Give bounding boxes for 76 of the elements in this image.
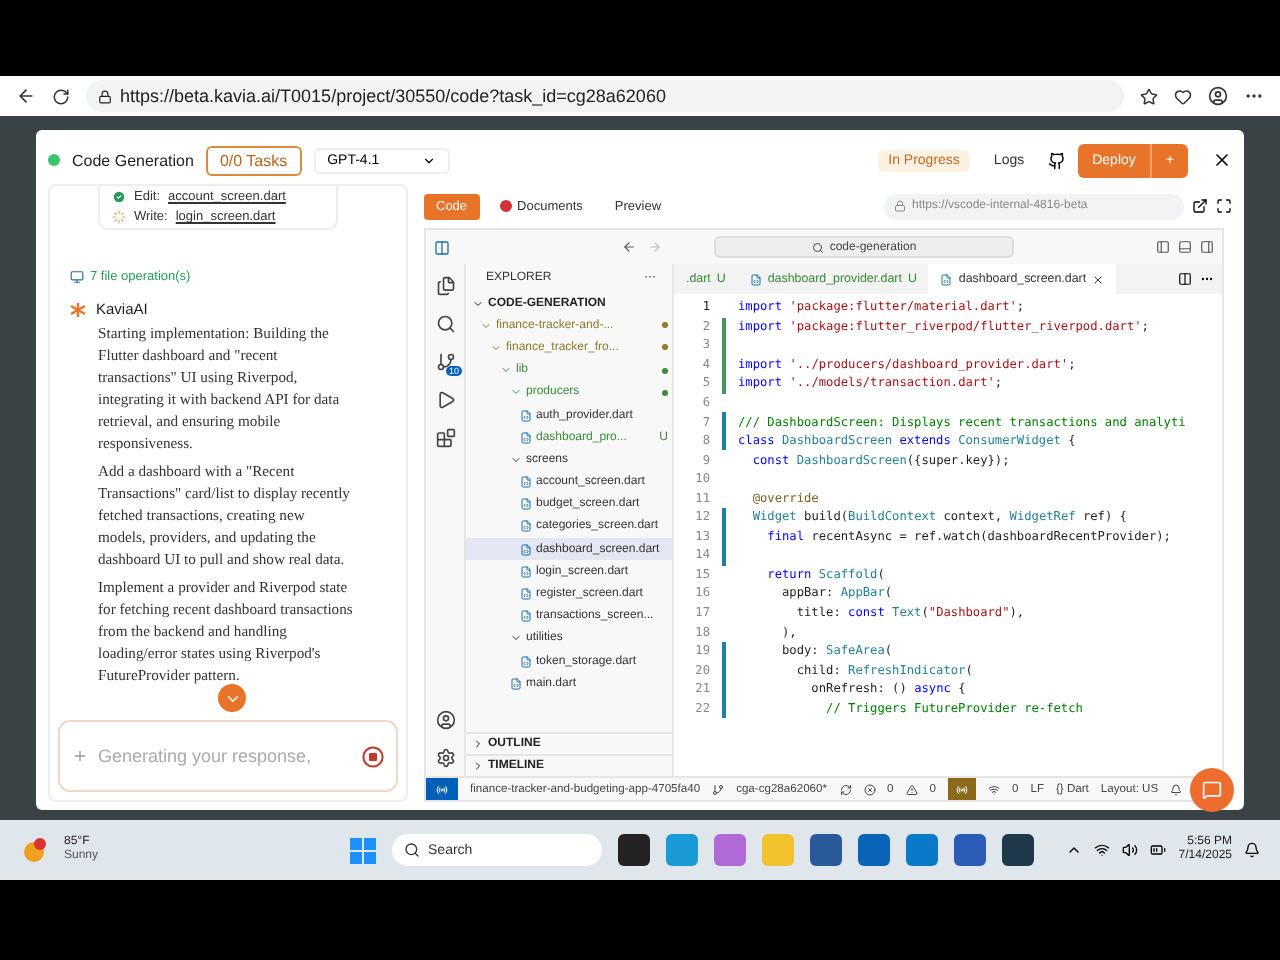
file-icon	[520, 610, 532, 623]
file-icon	[749, 273, 762, 285]
file-icon	[520, 543, 532, 556]
mail-icon[interactable]	[858, 834, 891, 866]
lock-icon	[98, 89, 112, 103]
back-icon[interactable]	[16, 86, 36, 106]
panel-toggle-icon[interactable]	[1178, 240, 1192, 254]
file-icon	[520, 476, 532, 489]
store-icon[interactable]	[810, 834, 843, 866]
status-dot	[48, 154, 60, 166]
file-icon	[520, 409, 532, 422]
lock-icon	[894, 200, 906, 212]
asterisk-logo-icon	[70, 301, 86, 317]
stop-icon[interactable]	[362, 745, 384, 767]
address-field[interactable]: https://beta.kavia.ai/T0015/project/30550/code?task_id=cg28a62060	[86, 80, 1124, 112]
sync-icon[interactable]	[839, 783, 852, 795]
app-icon[interactable]	[618, 834, 651, 866]
ports-indicator[interactable]	[947, 778, 976, 800]
file-icon	[940, 273, 953, 285]
source-control-icon[interactable]	[435, 352, 455, 372]
back-icon[interactable]	[622, 240, 636, 254]
record-dot-icon	[499, 200, 512, 212]
file-icon	[520, 588, 532, 601]
branch-icon	[712, 783, 725, 795]
profile-icon[interactable]	[1208, 86, 1228, 106]
secondary-sidebar-icon[interactable]	[1200, 240, 1214, 254]
github-icon[interactable]	[1048, 151, 1067, 169]
chat-button[interactable]	[1190, 768, 1234, 812]
remote-indicator[interactable]	[426, 778, 458, 800]
document-icon[interactable]	[954, 834, 987, 866]
extensions-icon[interactable]	[435, 428, 455, 448]
file-icon	[520, 520, 532, 533]
start-icon[interactable]	[350, 837, 377, 863]
file-icon	[520, 655, 532, 668]
settings-icon[interactable]	[435, 748, 455, 768]
sidebar-toggle-icon[interactable]	[1156, 240, 1170, 254]
error-icon	[863, 783, 876, 795]
message-input[interactable]: Generating your response,	[98, 746, 352, 766]
tray-expand-icon[interactable]	[1066, 842, 1083, 858]
notification-icon[interactable]	[1170, 783, 1183, 795]
fullscreen-icon[interactable]	[1216, 198, 1232, 214]
ports-icon	[987, 783, 1000, 795]
terminal-icon[interactable]	[1002, 834, 1035, 866]
editor-logo-icon	[434, 239, 450, 255]
heart-icon[interactable]	[1174, 87, 1192, 105]
notification-icon[interactable]	[1244, 842, 1260, 858]
close-icon[interactable]	[1212, 150, 1232, 170]
reload-icon[interactable]	[52, 87, 70, 105]
split-editor-icon[interactable]	[1178, 272, 1192, 286]
explorer-icon[interactable]	[435, 276, 455, 296]
account-icon[interactable]	[435, 710, 455, 730]
monitor-icon	[70, 270, 84, 284]
weather-icon	[20, 836, 48, 864]
chevron-icon	[510, 453, 522, 466]
favorite-icon[interactable]	[1140, 87, 1158, 105]
close-icon[interactable]	[1092, 273, 1105, 285]
more-icon[interactable]	[1200, 272, 1214, 286]
search-icon	[811, 241, 824, 253]
chevron-icon	[510, 632, 522, 645]
volume-icon[interactable]	[1122, 842, 1139, 858]
tasks-button[interactable]: 0/0 Tasks	[205, 145, 302, 175]
file-icon	[520, 565, 532, 578]
chat-bubble-icon	[1202, 780, 1222, 800]
scroll-down-button[interactable]	[218, 684, 246, 712]
search-icon	[404, 842, 421, 858]
file-icon	[510, 677, 522, 690]
wifi-icon[interactable]	[1094, 842, 1111, 858]
search-icon[interactable]	[435, 314, 455, 334]
page-title: Code Generation	[72, 151, 194, 169]
battery-icon[interactable]	[1150, 842, 1167, 858]
file-icon	[520, 498, 532, 511]
warning-icon	[905, 783, 918, 795]
file-icon	[520, 431, 532, 444]
external-link-icon[interactable]	[1192, 198, 1208, 214]
caret-icon	[421, 153, 436, 167]
run-debug-icon[interactable]	[435, 390, 455, 410]
